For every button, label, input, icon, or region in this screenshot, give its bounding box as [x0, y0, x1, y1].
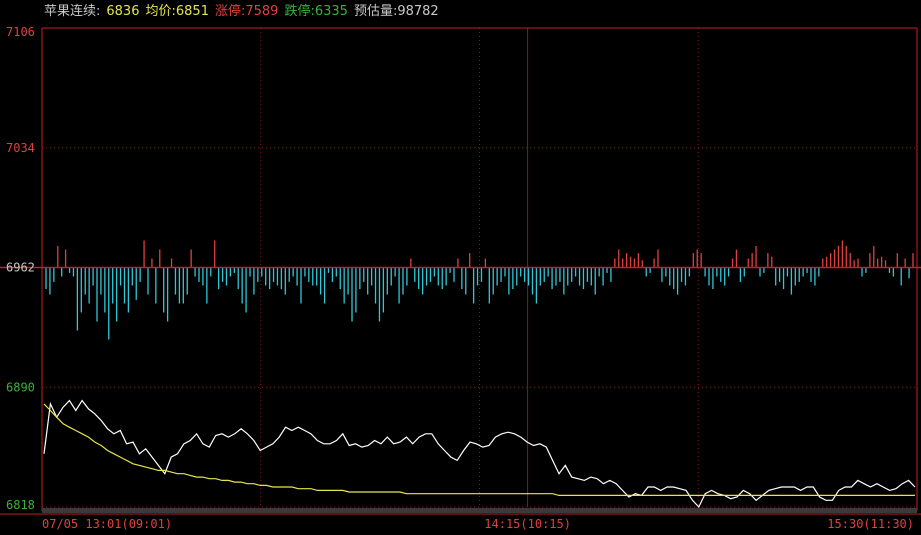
y-axis-labels: 7106 7034 6962 6890 6818: [6, 25, 35, 512]
x-tick-label: 15:30(11:30): [827, 517, 914, 531]
x-tick-label: 14:15(10:15): [484, 517, 571, 531]
y-tick-label: 7106: [6, 25, 35, 39]
x-tick-label: 07/05 13:01(09:01): [42, 517, 172, 531]
avg-price-series-line: [43, 403, 915, 496]
intraday-chart[interactable]: 7106 7034 6962 6890 6818 07/05 13:01(09:01) 1…: [0, 0, 921, 535]
y-tick-label: 7034: [6, 141, 35, 155]
y-tick-label: 6890: [6, 380, 35, 394]
x-axis-labels: 07/05 13:01(09:01) 14:15(10:15) 15:30(11:3…: [42, 517, 914, 531]
time-axis-band: [42, 508, 917, 513]
chart-frame: [0, 27, 921, 515]
y-tick-label: 6818: [6, 498, 35, 512]
y-tick-label: 6962: [6, 261, 35, 275]
